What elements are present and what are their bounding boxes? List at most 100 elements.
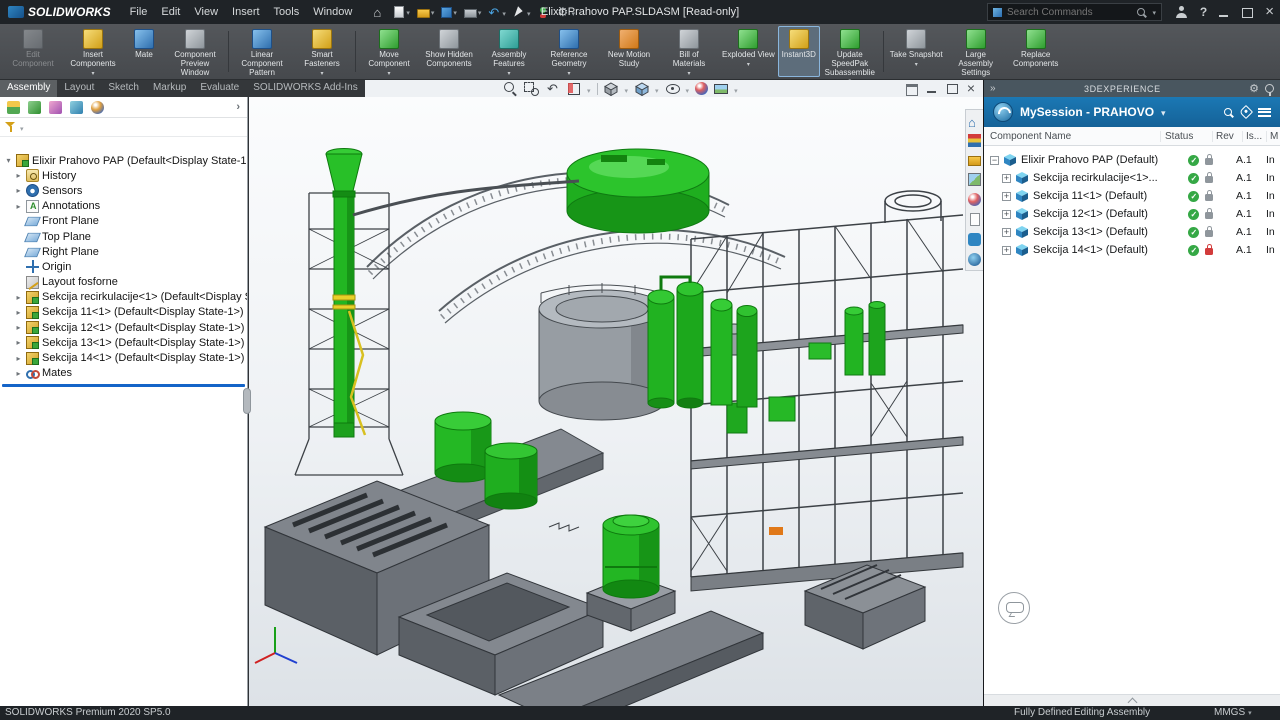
expander-icon[interactable] bbox=[14, 293, 23, 302]
ribbon-button-replace-components[interactable]: Replace Components bbox=[1006, 26, 1066, 77]
rollback-bar[interactable] bbox=[2, 384, 245, 387]
panel-expand-chevron-icon[interactable]: › bbox=[236, 101, 240, 113]
panel-search-icon[interactable] bbox=[1223, 107, 1234, 118]
ribbon-button-insert-components[interactable]: Insert Components bbox=[63, 26, 123, 77]
collapse-row-icon[interactable] bbox=[990, 156, 999, 165]
tree-item-layout-fosforne[interactable]: Layout fosforne bbox=[0, 275, 247, 290]
file-explorer-icon[interactable] bbox=[968, 156, 981, 166]
dropdown-arrow-icon[interactable] bbox=[655, 80, 659, 98]
tree-item-sekcija-recirkulacije[interactable]: Sekcija recirkulacije<1> (Default<Displa… bbox=[0, 290, 247, 305]
print-button[interactable] bbox=[462, 5, 484, 19]
tree-item-top-plane[interactable]: Top Plane bbox=[0, 229, 247, 244]
tree-item-annotations[interactable]: Annotations bbox=[0, 199, 247, 214]
tree-item-right-plane[interactable]: Right Plane bbox=[0, 244, 247, 259]
component-row-sekcija-12[interactable]: Sekcija 12<1> (Default) A.1 In bbox=[984, 205, 1280, 223]
tab-markup[interactable]: Markup bbox=[146, 80, 193, 97]
document-minimize-button[interactable] bbox=[927, 82, 938, 95]
component-row-sekcija-13[interactable]: Sekcija 13<1> (Default) A.1 In bbox=[984, 223, 1280, 241]
menu-window[interactable]: Window bbox=[306, 3, 359, 21]
ribbon-button-linear-component-pattern[interactable]: Linear Component Pattern bbox=[232, 26, 292, 77]
ribbon-button-component-preview-window[interactable]: Component Preview Window bbox=[165, 26, 225, 77]
displaymanager-tab-icon[interactable] bbox=[91, 101, 104, 114]
expander-icon[interactable] bbox=[14, 369, 23, 378]
search-icon[interactable] bbox=[1136, 7, 1147, 18]
ribbon-button-large-assembly-settings[interactable]: Large Assembly Settings bbox=[946, 26, 1006, 77]
dropdown-arrow-icon[interactable] bbox=[734, 80, 738, 98]
ribbon-button-update-speedpak-subassemblies[interactable]: Update SpeedPak Subassemblies bbox=[820, 26, 880, 77]
view-settings-icon[interactable] bbox=[714, 84, 728, 94]
display-style-icon[interactable] bbox=[634, 81, 649, 96]
expand-row-icon[interactable] bbox=[1002, 228, 1011, 237]
ribbon-button-show-hidden-components[interactable]: Show Hidden Components bbox=[419, 26, 479, 77]
session-dropdown-icon[interactable] bbox=[1161, 103, 1166, 121]
expand-row-icon[interactable] bbox=[1002, 174, 1011, 183]
dropdown-arrow-icon[interactable] bbox=[625, 80, 629, 98]
ribbon-button-edit-component[interactable]: Edit Component bbox=[3, 26, 63, 77]
help-icon[interactable] bbox=[1200, 5, 1207, 19]
ribbon-button-take-snapshot[interactable]: Take Snapshot bbox=[887, 26, 946, 77]
column-status[interactable]: Status bbox=[1160, 131, 1212, 142]
expander-icon[interactable] bbox=[14, 354, 23, 363]
previous-view-icon[interactable] bbox=[545, 81, 560, 96]
window-minimize-button[interactable] bbox=[1219, 6, 1230, 19]
forum-icon[interactable] bbox=[968, 233, 981, 246]
window-restore-button[interactable] bbox=[1242, 6, 1253, 19]
expand-row-icon[interactable] bbox=[1002, 246, 1011, 255]
panel-splitter-handle[interactable] bbox=[243, 388, 251, 414]
search-input[interactable] bbox=[1007, 7, 1131, 18]
tree-item-sekcija-13[interactable]: Sekcija 13<1> (Default<Display State-1>) bbox=[0, 335, 247, 350]
ribbon-button-move-component[interactable]: Move Component bbox=[359, 26, 419, 77]
tree-item-sekcija-14[interactable]: Sekcija 14<1> (Default<Display State-1>) bbox=[0, 350, 247, 365]
undo-button[interactable] bbox=[486, 5, 508, 20]
component-row-sekcija-recirkulacije[interactable]: Sekcija recirkulacije<1>... A.1 In bbox=[984, 169, 1280, 187]
menu-view[interactable]: View bbox=[187, 3, 225, 21]
hide-show-items-icon[interactable] bbox=[665, 81, 680, 96]
tag-icon[interactable] bbox=[1239, 105, 1253, 119]
ribbon-button-exploded-view[interactable]: Exploded View bbox=[719, 26, 778, 77]
edit-appearance-icon[interactable] bbox=[695, 82, 708, 95]
menu-file[interactable]: File bbox=[123, 3, 155, 21]
expander-icon[interactable] bbox=[14, 308, 23, 317]
3dexperience-marketplace-icon[interactable] bbox=[968, 253, 981, 266]
component-row-sekcija-14[interactable]: Sekcija 14<1> (Default) A.1 In bbox=[984, 241, 1280, 259]
appearances-scenes-icon[interactable] bbox=[968, 193, 981, 206]
dropdown-arrow-icon[interactable] bbox=[20, 118, 24, 136]
ribbon-button-mate[interactable]: Mate bbox=[123, 26, 165, 77]
select-button[interactable] bbox=[511, 5, 533, 20]
collapse-panel-icon[interactable]: » bbox=[990, 83, 996, 94]
view-palette-icon[interactable] bbox=[968, 173, 981, 186]
column-component-name[interactable]: Component Name bbox=[990, 131, 1160, 142]
tree-item-sensors[interactable]: Sensors bbox=[0, 183, 247, 198]
tree-item-history[interactable]: History bbox=[0, 168, 247, 183]
assembly-3d-model[interactable] bbox=[249, 97, 983, 706]
units-selector[interactable]: MMGS bbox=[1214, 707, 1252, 718]
design-library-icon[interactable] bbox=[968, 134, 981, 147]
menu-insert[interactable]: Insert bbox=[225, 3, 267, 21]
tab-assembly[interactable]: Assembly bbox=[0, 80, 57, 97]
tab-layout[interactable]: Layout bbox=[57, 80, 101, 97]
3dexperience-compass-icon[interactable] bbox=[993, 102, 1013, 122]
tree-item-sekcija-12[interactable]: Sekcija 12<1> (Default<Display State-1>) bbox=[0, 320, 247, 335]
document-restore-button[interactable] bbox=[947, 82, 958, 95]
column-rev[interactable]: Rev bbox=[1212, 131, 1242, 142]
panel-scroll-up-strip[interactable] bbox=[984, 694, 1280, 706]
graphics-viewport[interactable] bbox=[249, 97, 983, 706]
expand-row-icon[interactable] bbox=[1002, 210, 1011, 219]
expander-icon[interactable] bbox=[14, 202, 23, 211]
expander-icon[interactable] bbox=[14, 323, 23, 332]
tab-solidworks-add-ins[interactable]: SOLIDWORKS Add-Ins bbox=[246, 80, 364, 97]
expander-icon[interactable] bbox=[14, 338, 23, 347]
panel-pin-icon[interactable] bbox=[1265, 84, 1274, 93]
configurationmanager-tab-icon[interactable] bbox=[49, 101, 62, 114]
tree-item-front-plane[interactable]: Front Plane bbox=[0, 214, 247, 229]
panel-settings-gear-icon[interactable] bbox=[1249, 82, 1259, 95]
dropdown-arrow-icon[interactable] bbox=[587, 80, 591, 98]
window-close-button[interactable] bbox=[1265, 5, 1274, 19]
open-button[interactable] bbox=[415, 5, 437, 19]
tree-item-origin[interactable]: Origin bbox=[0, 259, 247, 274]
ribbon-button-smart-fasteners[interactable]: Smart Fasteners bbox=[292, 26, 352, 77]
user-account-icon[interactable] bbox=[1176, 6, 1188, 18]
ribbon-button-instant3d[interactable]: Instant3D bbox=[778, 26, 820, 77]
menu-edit[interactable]: Edit bbox=[154, 3, 187, 21]
menu-tools[interactable]: Tools bbox=[267, 3, 307, 21]
